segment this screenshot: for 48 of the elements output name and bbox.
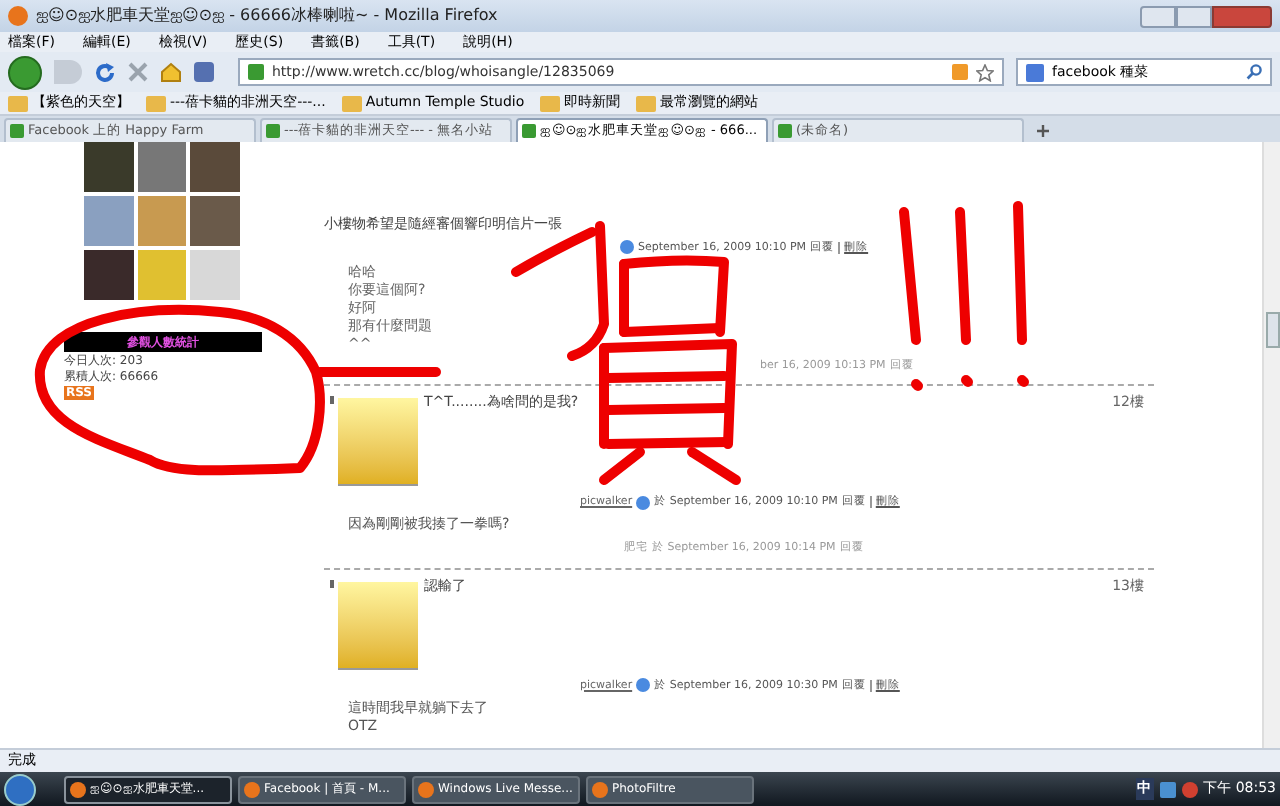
verified-icon xyxy=(636,495,651,510)
page-icon xyxy=(266,124,280,138)
photo-placeholder xyxy=(84,250,134,300)
photo-placeholder xyxy=(137,142,187,192)
verified-icon xyxy=(620,240,634,255)
star-icon[interactable] xyxy=(976,63,994,81)
folder-icon xyxy=(146,95,166,111)
page-icon xyxy=(778,124,792,138)
feed-icon xyxy=(952,64,968,80)
photo-placeholder xyxy=(84,142,134,192)
back-button[interactable] xyxy=(8,55,42,89)
close-button[interactable] xyxy=(1212,5,1272,27)
search-icon[interactable] xyxy=(1246,64,1262,80)
folder-icon xyxy=(540,95,561,111)
bookmark-tool-icon[interactable] xyxy=(194,62,214,82)
search-engine-icon xyxy=(1026,63,1044,81)
maximize-button[interactable] xyxy=(1176,5,1212,27)
new-tab-icon[interactable] xyxy=(1036,124,1050,138)
photo-placeholder xyxy=(137,196,187,246)
photo-placeholder xyxy=(190,196,240,246)
browser-logo-icon xyxy=(8,6,28,26)
page-icon xyxy=(522,124,536,138)
page-icon xyxy=(10,124,24,138)
app-icon xyxy=(592,781,608,797)
app-icon xyxy=(70,781,86,797)
folder-icon xyxy=(8,95,28,111)
site-icon xyxy=(248,64,264,80)
verified-icon xyxy=(636,678,651,693)
photo-placeholder xyxy=(137,250,187,300)
avatar-placeholder xyxy=(338,398,418,486)
photo-placeholder xyxy=(190,250,240,300)
scrollbar-thumb[interactable] xyxy=(1266,312,1280,348)
app-icon xyxy=(244,781,260,797)
window-title: ஐ☺⊙ஐ水肥車天堂ஐ☺⊙ஐ - 66666冰棒喇啦~ - Mozilla Firefox xyxy=(36,4,498,28)
reload-icon[interactable] xyxy=(94,61,116,83)
home-icon[interactable] xyxy=(160,62,182,82)
folder-icon xyxy=(636,95,657,111)
stop-icon[interactable] xyxy=(128,62,148,82)
app-icon xyxy=(418,781,434,797)
scrollbar[interactable] xyxy=(1262,142,1280,748)
network-icon[interactable] xyxy=(1159,781,1176,797)
start-button[interactable] xyxy=(4,773,36,805)
avatar-placeholder xyxy=(338,581,418,669)
tray-icon[interactable] xyxy=(1181,781,1198,797)
photo-placeholder xyxy=(190,142,240,192)
folder-icon xyxy=(341,95,362,111)
photo-placeholder xyxy=(84,196,134,246)
minimize-button[interactable] xyxy=(1140,5,1176,27)
